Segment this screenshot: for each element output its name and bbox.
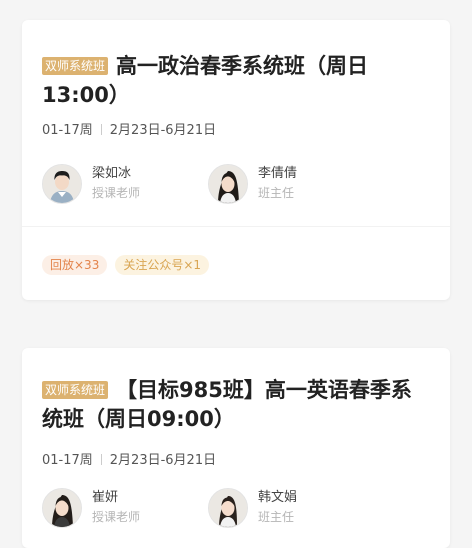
course-badges: 回放×33 关注公众号×1 [42, 254, 217, 275]
teacher-role: 授课老师 [92, 186, 141, 200]
teacher-name: 李倩倩 [258, 166, 298, 181]
schedule-divider [100, 124, 102, 135]
course-dates: 2月23日-6月21日 [109, 453, 217, 468]
avatar [208, 164, 248, 204]
course-weeks: 01-17周 [42, 123, 93, 138]
course-card[interactable]: 双师系统班 高一政治春季系统班（周日13:00） 01-17周 2月23日-6月21… [22, 20, 450, 300]
course-type-tag: 双师系统班 [42, 381, 109, 399]
avatar [42, 488, 82, 528]
replay-badge[interactable]: 回放×33 [42, 255, 108, 275]
avatar [42, 164, 82, 204]
card-divider [22, 226, 450, 227]
avatar [208, 488, 248, 528]
course-title-block: 双师系统班 【目标985班】高一英语春季系统班（周日09:00） [42, 376, 430, 434]
course-card[interactable]: 双师系统班 【目标985班】高一英语春季系统班（周日09:00） 01-17周 2月… [22, 348, 450, 548]
female-avatar-icon [43, 489, 81, 527]
teacher-role: 班主任 [258, 510, 295, 524]
course-weeks: 01-17周 [42, 453, 93, 468]
schedule-divider [100, 454, 102, 465]
course-schedule: 01-17周 2月23日-6月21日 [42, 452, 216, 470]
female-avatar-icon [209, 489, 247, 527]
course-schedule: 01-17周 2月23日-6月21日 [42, 122, 216, 140]
follow-account-badge[interactable]: 关注公众号×1 [115, 255, 210, 275]
course-type-tag: 双师系统班 [42, 57, 109, 75]
teacher-role: 授课老师 [92, 510, 141, 524]
teacher-role: 班主任 [258, 186, 295, 200]
female-avatar-icon [209, 165, 247, 203]
course-title-block: 双师系统班 高一政治春季系统班（周日13:00） [42, 52, 430, 110]
teacher-name: 韩文娟 [258, 490, 298, 505]
male-avatar-icon [43, 165, 81, 203]
teacher-name: 梁如冰 [92, 166, 132, 181]
teacher-name: 崔妍 [92, 490, 119, 505]
course-dates: 2月23日-6月21日 [109, 123, 217, 138]
